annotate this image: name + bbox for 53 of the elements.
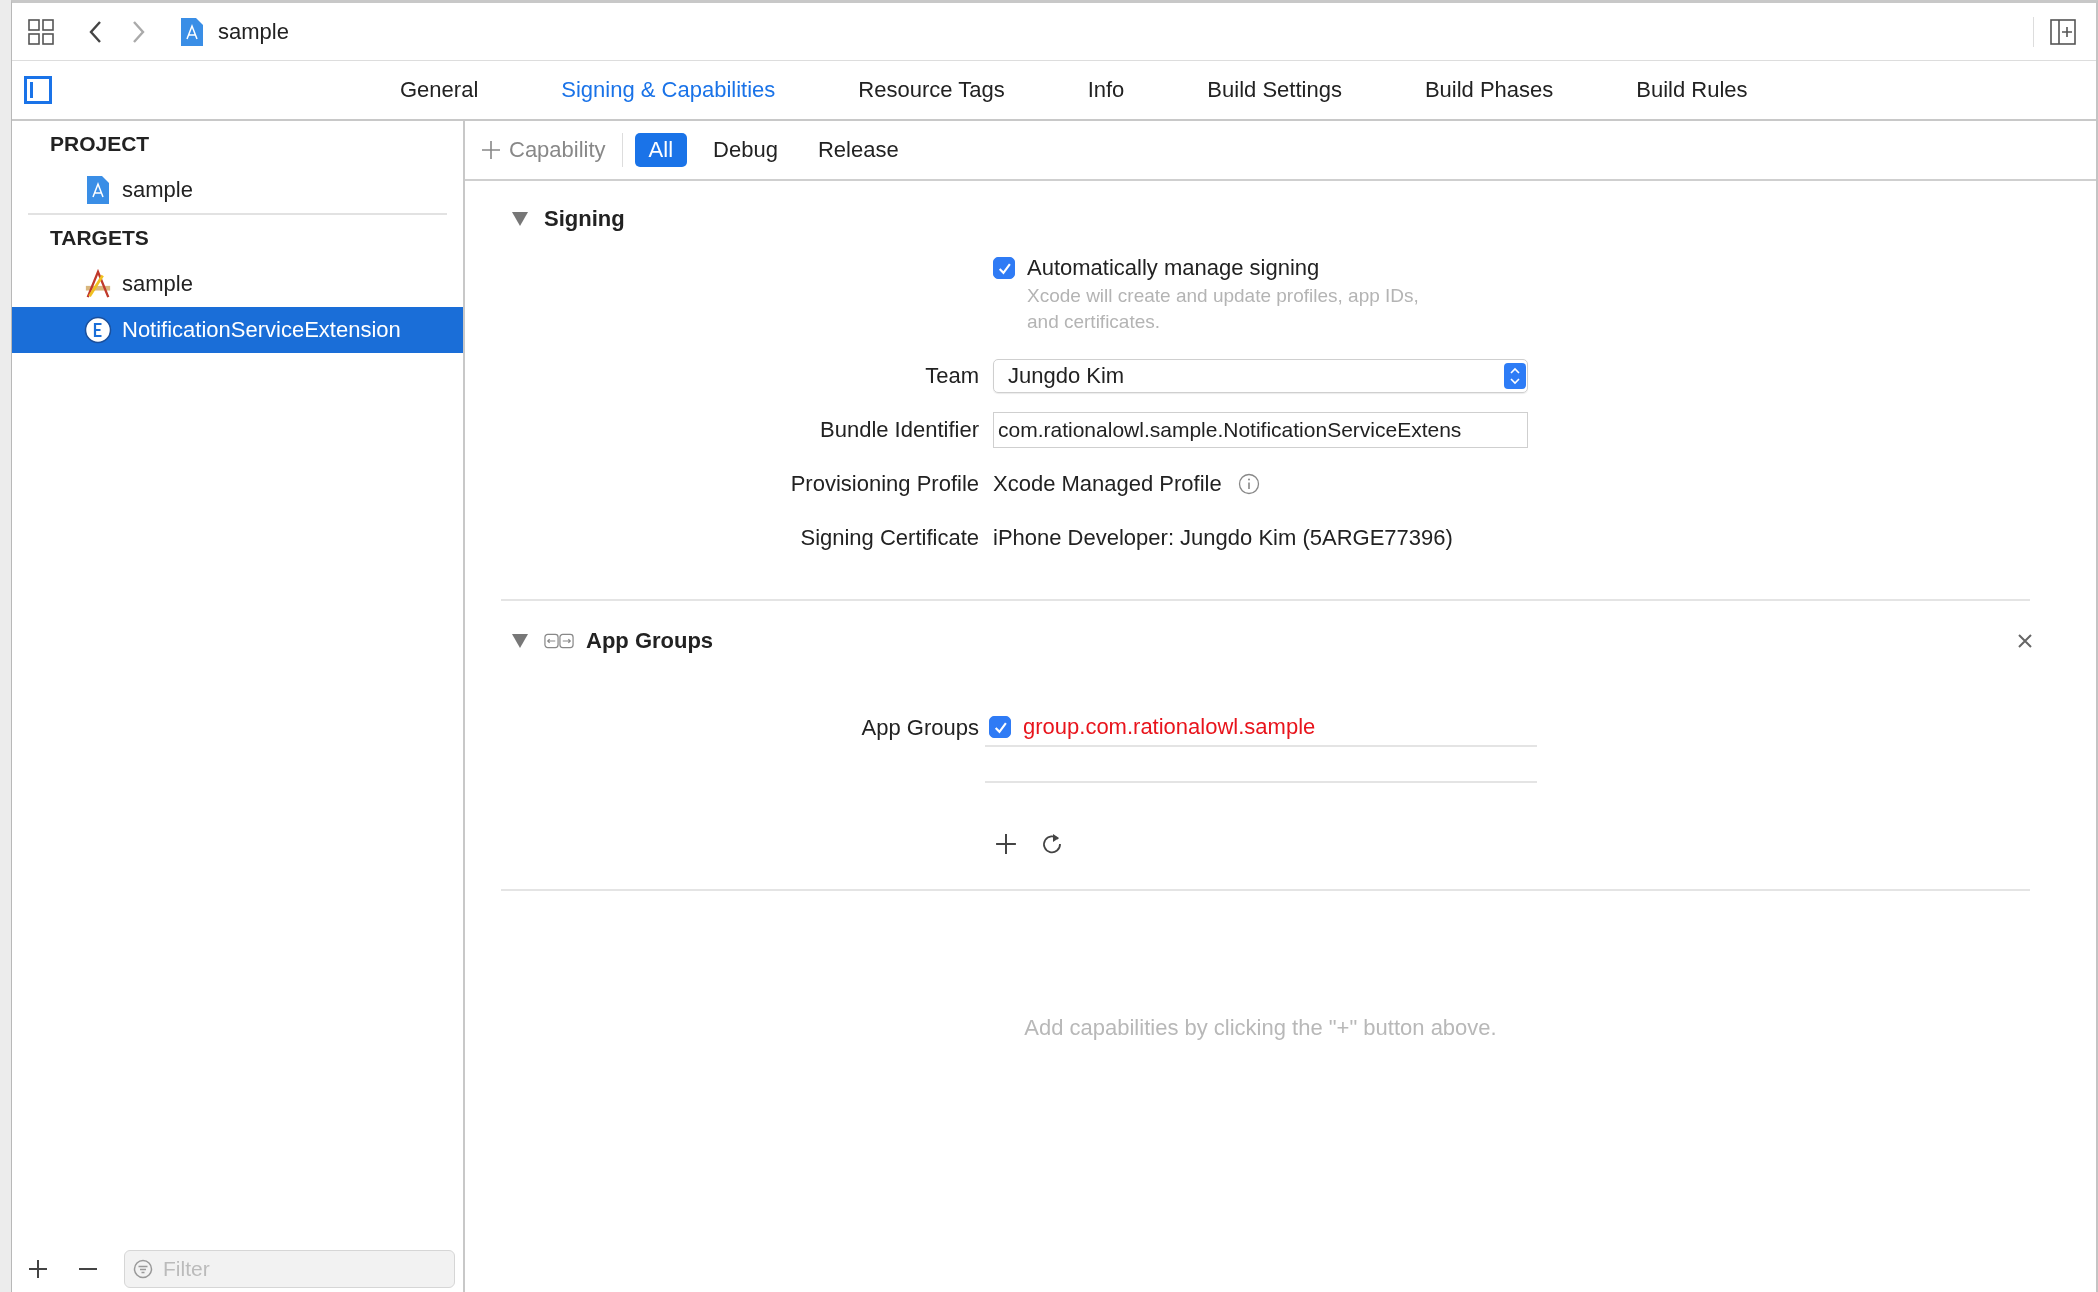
disclosure-triangle-icon[interactable] [512, 212, 528, 226]
updown-arrows-icon[interactable] [1504, 361, 1526, 391]
forward-icon[interactable] [132, 19, 146, 44]
tab[interactable]: Build Rules [1636, 77, 1748, 103]
tab[interactable]: Resource Tags [858, 77, 1005, 103]
add-icon[interactable] [995, 833, 1017, 855]
empty-hint: Add capabilities by clicking the "+" button above. [1023, 1015, 1498, 1041]
disclosure-triangle-icon[interactable] [512, 634, 528, 648]
add-icon[interactable] [28, 1259, 48, 1279]
app-groups-icon [544, 632, 574, 650]
tab[interactable]: Signing & Capabilities [561, 77, 776, 103]
filter-tab[interactable]: All [634, 133, 688, 167]
tab[interactable]: Info [1087, 77, 1125, 103]
grid-icon[interactable] [28, 18, 54, 45]
breadcrumb-title[interactable]: sample [218, 18, 289, 45]
tab[interactable]: Build Phases [1424, 77, 1554, 103]
plus-icon [481, 140, 501, 160]
project-file-icon [180, 16, 204, 47]
sidebar-item[interactable]: NotificationServiceExtension [12, 307, 463, 353]
field-label: Team [924, 363, 979, 389]
field-value: Xcode Managed Profile [993, 471, 1222, 497]
checkbox[interactable] [993, 257, 1015, 279]
bundle-identifier-field[interactable]: com.rationalowl.sample.NotificationServiceExtens [993, 412, 1528, 448]
filter-tab[interactable]: Release [803, 133, 913, 167]
add-capability-button[interactable]: Capability [481, 137, 606, 163]
close-icon[interactable] [2018, 634, 2032, 648]
field-label: App Groups [860, 715, 979, 741]
section-title: App Groups [586, 628, 714, 654]
project-file-icon [84, 175, 112, 205]
app-tools-icon [84, 269, 112, 299]
section-header: PROJECT [49, 131, 151, 157]
field-value: iPhone Developer: Jungdo Kim (5ARGE77396) [993, 525, 1453, 551]
field-label: Bundle Identifier [819, 417, 979, 443]
sidebar-item[interactable]: sample [12, 261, 463, 307]
tab[interactable]: Build Settings [1207, 77, 1342, 103]
filter-tab[interactable]: Debug [699, 133, 792, 167]
field-label: Signing Certificate [799, 525, 979, 551]
checkbox-label: Automatically manage signing [1027, 255, 1320, 281]
tab[interactable]: General [400, 77, 479, 103]
section-title: Signing [544, 206, 625, 232]
section-header: TARGETS [49, 225, 150, 251]
add-editor-icon[interactable] [2050, 18, 2076, 45]
info-icon[interactable] [1237, 473, 1260, 495]
extension-icon [84, 315, 112, 345]
help-text: Xcode will create and update profiles, app IDs, and certificates. [1026, 284, 1420, 334]
sidebar-item[interactable]: sample [12, 167, 463, 213]
checkbox[interactable] [989, 716, 1011, 738]
team-dropdown[interactable]: Jungdo Kim [993, 359, 1528, 393]
back-icon[interactable] [88, 19, 102, 44]
field-label: Provisioning Profile [789, 471, 979, 497]
sidebar-toggle-icon[interactable] [24, 76, 52, 104]
app-group-name: group.com.rationalowl.sample [1023, 714, 1316, 740]
refresh-icon[interactable] [1041, 833, 1063, 855]
